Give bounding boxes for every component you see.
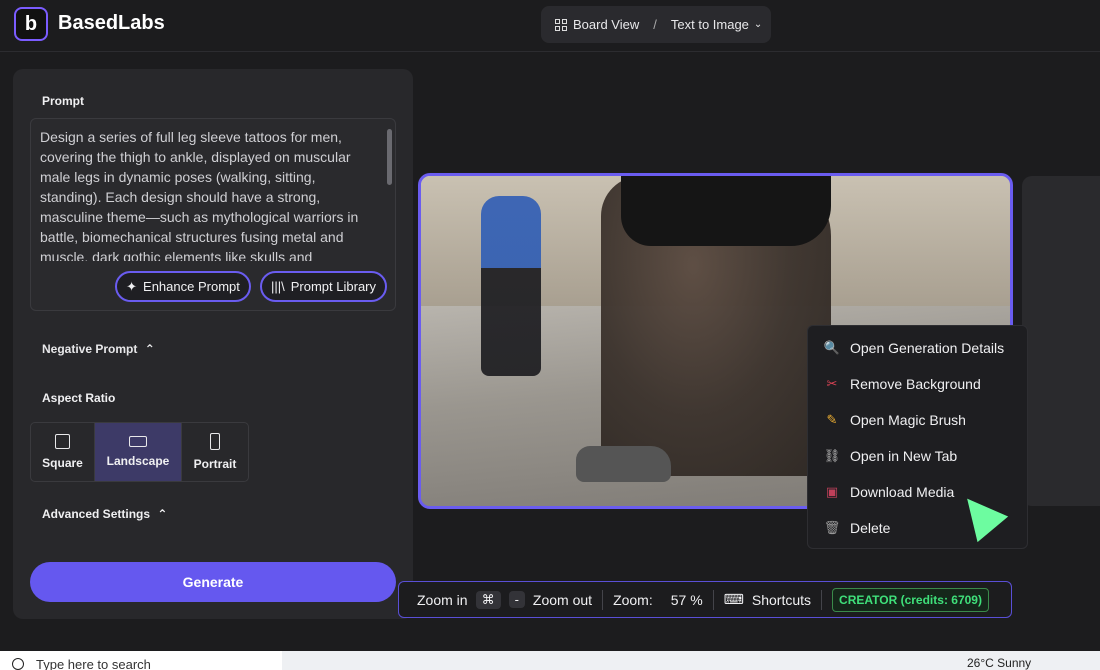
chevron-up-icon: ⌃ — [144, 342, 155, 356]
image-shorts — [621, 176, 831, 246]
divider — [712, 589, 714, 610]
cmd-key-icon: ⌘ — [475, 590, 501, 609]
sparkle-icon: ✦ — [126, 278, 138, 294]
menu-open-generation-details[interactable]: 🔍 Open Generation Details — [808, 330, 1027, 366]
taskbar-search-placeholder: Type here to search — [36, 657, 151, 670]
generate-button[interactable]: Generate — [30, 562, 396, 602]
prompt-textarea[interactable]: Design a series of full leg sleeve tatto… — [30, 118, 396, 311]
keyboard-icon: ⌨ — [723, 591, 744, 607]
prompt-library-button[interactable]: |||\ Prompt Library — [260, 271, 387, 302]
taskbar-search-box[interactable]: Type here to search — [0, 651, 282, 670]
prompt-label: Prompt — [42, 94, 84, 108]
prompt-text[interactable]: Design a series of full leg sleeve tatto… — [40, 127, 380, 261]
trash-icon: 🗑 — [823, 520, 841, 535]
next-image-card[interactable] — [1022, 176, 1100, 506]
aspect-landscape-option[interactable]: Landscape — [95, 423, 182, 481]
menu-remove-background[interactable]: ✂ Remove Background — [808, 366, 1027, 402]
square-shape-icon — [55, 434, 70, 449]
canvas-toolbar: Zoom in ⌘ - Zoom out Zoom: 57 % ⌨ Shortc… — [398, 581, 1012, 618]
zoom-label: Zoom: — [613, 591, 653, 608]
menu-open-magic-brush[interactable]: ✎ Open Magic Brush — [808, 402, 1027, 438]
menu-open-in-new-tab[interactable]: ⛓ Open in New Tab — [808, 438, 1027, 474]
library-icon: |||\ — [271, 279, 285, 294]
negative-prompt-toggle[interactable]: Negative Prompt ⌃ — [42, 342, 155, 356]
negative-prompt-label: Negative Prompt — [42, 342, 138, 356]
enhance-prompt-button[interactable]: ✦ Enhance Prompt — [115, 271, 251, 302]
divider — [602, 589, 604, 610]
taskbar-weather[interactable]: 26°C Sunny — [967, 656, 1031, 670]
image-background-person — [481, 196, 541, 376]
breadcrumb-separator: / — [653, 17, 657, 32]
breadcrumb-board-view[interactable]: Board View — [573, 17, 639, 32]
pencil-icon: ✎ — [826, 412, 838, 427]
top-bar: b BasedLabs Board View / Text to Image ⌄ — [0, 0, 1100, 52]
chevron-down-icon[interactable]: ⌄ — [754, 19, 762, 30]
basedlabs-logo[interactable]: b — [14, 7, 48, 41]
brand-name[interactable]: BasedLabs — [58, 12, 165, 35]
aspect-square-option[interactable]: Square — [31, 423, 95, 481]
breadcrumb: Board View / Text to Image ⌄ — [541, 6, 771, 43]
search-icon — [12, 658, 24, 670]
zoom-value: 57 % — [670, 591, 703, 608]
menu-item-label: Remove Background — [850, 376, 981, 392]
breadcrumb-text-to-image[interactable]: Text to Image — [671, 17, 749, 32]
menu-item-label: Open in New Tab — [850, 448, 958, 464]
floppy-icon: ▣ — [825, 484, 839, 499]
magnifier-icon: 🔍 — [823, 340, 841, 355]
os-taskbar: Type here to search 26°C Sunny — [0, 651, 1100, 670]
aspect-ratio-label: Aspect Ratio — [42, 391, 116, 405]
generation-settings-panel: Prompt Design a series of full leg sleev… — [13, 69, 413, 619]
link-icon: ⛓ — [823, 448, 841, 463]
divider — [821, 589, 823, 610]
prompt-library-label: Prompt Library — [290, 279, 376, 294]
image-sneaker — [576, 446, 671, 482]
zoom-out-button[interactable]: Zoom out — [533, 592, 592, 608]
portrait-shape-icon — [210, 433, 220, 450]
minus-key-icon: - — [508, 591, 525, 608]
menu-item-label: Download Media — [850, 484, 955, 500]
aspect-square-label: Square — [42, 456, 83, 470]
aspect-ratio-selector: Square Landscape Portrait — [30, 422, 249, 482]
menu-item-label: Open Generation Details — [850, 340, 1005, 356]
landscape-shape-icon — [129, 436, 147, 447]
advanced-settings-toggle[interactable]: Advanced Settings ⌃ — [42, 507, 167, 521]
scissors-icon: ✂ — [826, 376, 838, 391]
aspect-portrait-label: Portrait — [193, 457, 237, 471]
chevron-up-icon: ⌃ — [157, 507, 168, 521]
zoom-in-button[interactable]: Zoom in — [417, 592, 468, 608]
advanced-settings-label: Advanced Settings — [42, 507, 151, 521]
aspect-portrait-option[interactable]: Portrait — [182, 423, 248, 481]
aspect-landscape-label: Landscape — [106, 454, 170, 468]
menu-item-label: Open Magic Brush — [850, 412, 966, 428]
enhance-prompt-label: Enhance Prompt — [143, 279, 240, 294]
plan-credits-badge[interactable]: CREATOR (credits: 6709) — [832, 587, 989, 612]
shortcuts-button[interactable]: Shortcuts — [752, 592, 811, 608]
board-grid-icon — [555, 18, 567, 31]
prompt-scrollbar[interactable] — [387, 129, 392, 185]
menu-item-label: Delete — [850, 520, 891, 536]
